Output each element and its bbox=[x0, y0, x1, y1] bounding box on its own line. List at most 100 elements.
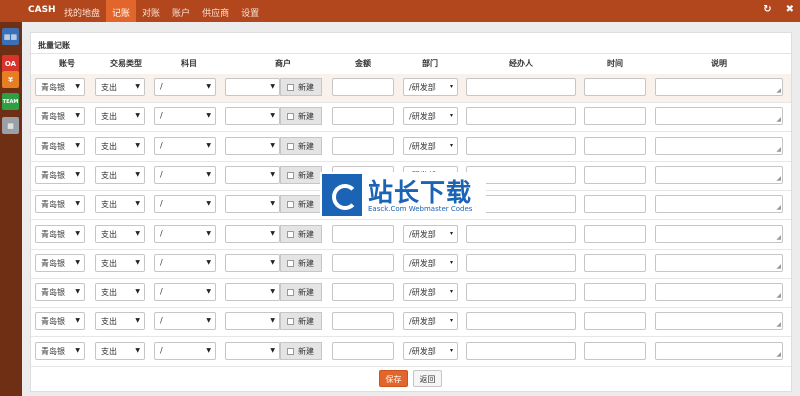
merchant-select[interactable]: ▼ bbox=[225, 136, 280, 155]
type-select[interactable]: 支出 ▼ bbox=[95, 224, 145, 243]
subject-select[interactable]: / ▼ bbox=[154, 136, 216, 155]
handler-input[interactable] bbox=[466, 253, 576, 272]
account-select[interactable]: 青岛银 ▼ bbox=[35, 195, 85, 214]
new-merchant-checkbox[interactable] bbox=[287, 259, 294, 267]
new-merchant-checkbox[interactable] bbox=[287, 113, 294, 121]
subject-select[interactable]: / ▼ bbox=[154, 253, 216, 272]
handler-input[interactable] bbox=[466, 224, 576, 243]
new-merchant-checkbox[interactable] bbox=[287, 171, 294, 179]
resize-handle-icon[interactable]: ◢ bbox=[776, 322, 781, 328]
department-select[interactable]: /研发部 ▾ bbox=[403, 136, 458, 155]
new-merchant-button[interactable]: 新建 bbox=[280, 312, 322, 331]
nav-item[interactable]: 找的地盘 bbox=[58, 0, 106, 22]
merchant-select[interactable]: ▼ bbox=[225, 165, 280, 184]
type-select[interactable]: 支出 ▼ bbox=[95, 78, 145, 96]
account-select[interactable]: 青岛银 ▼ bbox=[35, 224, 85, 243]
merchant-select[interactable]: ▼ bbox=[225, 107, 280, 126]
resize-handle-icon[interactable]: ◢ bbox=[776, 234, 781, 241]
note-textarea[interactable]: ◢ bbox=[655, 195, 783, 214]
new-merchant-button[interactable]: 新建 bbox=[280, 78, 322, 96]
note-textarea[interactable]: ◢ bbox=[655, 165, 783, 184]
note-textarea[interactable]: ◢ bbox=[655, 341, 783, 360]
department-select[interactable]: /研发部 ▾ bbox=[403, 341, 458, 360]
team-app-icon[interactable]: TEAM bbox=[2, 93, 19, 110]
new-merchant-checkbox[interactable] bbox=[287, 318, 294, 326]
type-select[interactable]: 支出 ▼ bbox=[95, 341, 145, 360]
new-merchant-checkbox[interactable] bbox=[287, 289, 294, 297]
new-merchant-checkbox[interactable] bbox=[287, 201, 294, 209]
account-select[interactable]: 青岛银 ▼ bbox=[35, 107, 85, 126]
nav-item[interactable]: 记账 bbox=[106, 0, 137, 22]
note-textarea[interactable]: ◢ bbox=[655, 253, 783, 272]
account-select[interactable]: 青岛银 ▼ bbox=[35, 312, 85, 331]
merchant-select[interactable]: ▼ bbox=[225, 224, 280, 243]
account-select[interactable]: 青岛银 ▼ bbox=[35, 283, 85, 302]
type-select[interactable]: 支出 ▼ bbox=[95, 283, 145, 302]
new-merchant-button[interactable]: 新建 bbox=[280, 107, 322, 126]
save-button[interactable]: 保存 bbox=[379, 370, 408, 387]
merchant-select[interactable]: ▼ bbox=[225, 312, 280, 331]
grid-app-icon[interactable]: ▦ bbox=[2, 117, 19, 134]
refresh-icon[interactable]: ↻ bbox=[763, 4, 771, 15]
subject-select[interactable]: / ▼ bbox=[154, 165, 216, 184]
brand-logo[interactable]: CASH bbox=[28, 5, 56, 15]
subject-select[interactable]: / ▼ bbox=[154, 107, 216, 126]
department-select[interactable]: /研发部 ▾ bbox=[403, 253, 458, 272]
account-select[interactable]: 青岛银 ▼ bbox=[35, 341, 85, 360]
merchant-select[interactable]: ▼ bbox=[225, 341, 280, 360]
new-merchant-button[interactable]: 新建 bbox=[280, 165, 322, 184]
amount-input[interactable] bbox=[332, 253, 394, 272]
note-textarea[interactable]: ◢ bbox=[655, 224, 783, 243]
department-select[interactable]: /研发部 ▾ bbox=[403, 224, 458, 243]
amount-input[interactable] bbox=[332, 224, 394, 243]
new-merchant-button[interactable]: 新建 bbox=[280, 253, 322, 272]
resize-handle-icon[interactable]: ◢ bbox=[776, 117, 781, 123]
account-select[interactable]: 青岛银 ▼ bbox=[35, 78, 85, 96]
note-textarea[interactable]: ◢ bbox=[655, 283, 783, 302]
resize-handle-icon[interactable]: ◢ bbox=[776, 263, 781, 270]
time-input[interactable] bbox=[584, 165, 646, 184]
department-select[interactable]: /研发部 ▾ bbox=[403, 312, 458, 331]
subject-select[interactable]: / ▼ bbox=[154, 312, 216, 331]
nav-item[interactable]: 账户 bbox=[166, 0, 196, 22]
time-input[interactable] bbox=[584, 253, 646, 272]
cash-app-icon[interactable]: ▦▦ bbox=[2, 28, 19, 45]
note-textarea[interactable]: ◢ bbox=[655, 312, 783, 331]
new-merchant-button[interactable]: 新建 bbox=[280, 224, 322, 243]
new-merchant-button[interactable]: 新建 bbox=[280, 195, 322, 214]
type-select[interactable]: 支出 ▼ bbox=[95, 107, 145, 126]
time-input[interactable] bbox=[584, 224, 646, 243]
department-select[interactable]: /研发部 ▾ bbox=[403, 78, 458, 96]
time-input[interactable] bbox=[584, 195, 646, 214]
resize-handle-icon[interactable]: ◢ bbox=[776, 146, 781, 153]
time-input[interactable] bbox=[584, 341, 646, 360]
amount-input[interactable] bbox=[332, 341, 394, 360]
subject-select[interactable]: / ▼ bbox=[154, 224, 216, 243]
amount-input[interactable] bbox=[332, 78, 394, 96]
subject-select[interactable]: / ▼ bbox=[154, 78, 216, 96]
merchant-select[interactable]: ▼ bbox=[225, 195, 280, 214]
new-merchant-checkbox[interactable] bbox=[287, 84, 294, 91]
handler-input[interactable] bbox=[466, 136, 576, 155]
new-merchant-checkbox[interactable] bbox=[287, 230, 294, 238]
nav-item[interactable]: 设置 bbox=[235, 0, 265, 22]
close-icon[interactable]: ✖ bbox=[786, 4, 794, 15]
new-merchant-button[interactable]: 新建 bbox=[280, 283, 322, 302]
merchant-select[interactable]: ▼ bbox=[225, 253, 280, 272]
nav-item[interactable]: 对账 bbox=[136, 0, 166, 22]
note-textarea[interactable]: ◢ bbox=[655, 136, 783, 155]
time-input[interactable] bbox=[584, 136, 646, 155]
handler-input[interactable] bbox=[466, 283, 576, 302]
amount-input[interactable] bbox=[332, 107, 394, 126]
type-select[interactable]: 支出 ▼ bbox=[95, 165, 145, 184]
back-button[interactable]: 返回 bbox=[413, 370, 442, 387]
resize-handle-icon[interactable]: ◢ bbox=[776, 351, 781, 358]
resize-handle-icon[interactable]: ◢ bbox=[776, 205, 781, 211]
handler-input[interactable] bbox=[466, 107, 576, 126]
finance-app-icon[interactable]: ¥ bbox=[2, 71, 19, 88]
handler-input[interactable] bbox=[466, 312, 576, 331]
amount-input[interactable] bbox=[332, 312, 394, 331]
type-select[interactable]: 支出 ▼ bbox=[95, 195, 145, 214]
subject-select[interactable]: / ▼ bbox=[154, 283, 216, 302]
type-select[interactable]: 支出 ▼ bbox=[95, 312, 145, 331]
